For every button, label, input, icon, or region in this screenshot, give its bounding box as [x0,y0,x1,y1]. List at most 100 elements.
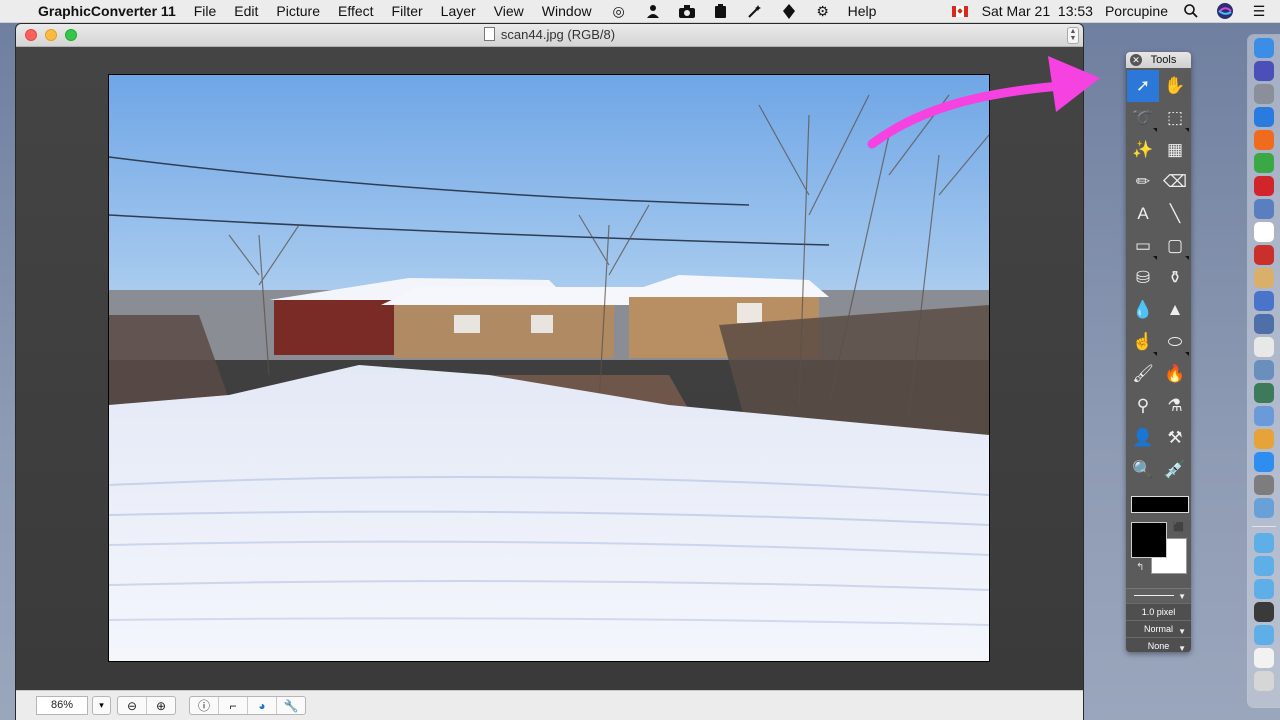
zoom-tool-icon[interactable]: 🔍 [1127,454,1159,486]
siri-icon[interactable] [1216,3,1234,19]
spotlight-search-icon[interactable] [1182,3,1200,19]
acrobat-icon[interactable] [1254,245,1274,265]
tools-palette-titlebar[interactable]: ✕ Tools [1126,52,1191,68]
app-store-icon[interactable] [1254,452,1274,472]
chrome-icon[interactable] [1254,153,1274,173]
foreground-color-swatch[interactable] [1131,522,1167,558]
zoom-level-field[interactable]: 86% [36,696,88,715]
close-window-button[interactable] [25,29,37,41]
system-preferences-icon[interactable] [1254,475,1274,495]
menu-edit[interactable]: Edit [234,3,258,19]
smudge-tool-icon[interactable]: ☝ [1127,326,1159,358]
menu-clock[interactable]: Sat Mar 21 13:53 [982,3,1093,19]
menu-help[interactable]: Help [848,3,877,19]
pen-icon[interactable] [780,3,798,19]
screenshot-icon[interactable] [1254,498,1274,518]
rectangle-fill-tool-icon[interactable]: ▭ [1127,230,1159,262]
sharpen-tool-icon[interactable]: ▲ [1159,294,1191,326]
line-tool-icon[interactable]: ╲ [1159,198,1191,230]
folder-icon[interactable] [1254,556,1274,576]
notes-icon[interactable] [1254,268,1274,288]
target-icon[interactable]: ◎ [610,3,628,19]
siri-icon[interactable] [1254,61,1274,81]
info-icon[interactable]: ⓘ [190,697,219,714]
folder-icon[interactable] [1254,579,1274,599]
finder-icon[interactable] [1254,38,1274,58]
color-replace-tool-icon[interactable]: ⚗ [1159,390,1191,422]
bucket-tool-icon[interactable]: ⛁ [1127,262,1159,294]
image-capture-icon[interactable] [1254,360,1274,380]
clipboard-icon[interactable] [712,3,730,19]
close-palette-icon[interactable]: ✕ [1130,54,1142,66]
zoom-dropdown-button[interactable]: ▾ [92,696,111,715]
folder-icon[interactable] [1254,625,1274,645]
syringe-tool-icon[interactable]: 💉 [1159,454,1191,486]
silhouette-tool-icon[interactable]: 👤 [1127,422,1159,454]
textedit-icon[interactable] [1254,337,1274,357]
wrench-icon[interactable]: 🔧 [277,697,305,714]
line-style-dropdown[interactable]: ▼ [1126,588,1191,603]
hand-tool-icon[interactable]: ✋ [1159,70,1191,102]
menu-app-name[interactable]: GraphicConverter 11 [38,3,176,19]
zoom-window-button[interactable] [65,29,77,41]
color-profile-icon[interactable]: ◕ [248,697,277,714]
folder-icon[interactable] [1254,533,1274,553]
menu-view[interactable]: View [494,3,524,19]
opera-icon[interactable] [1254,176,1274,196]
reset-colors-icon[interactable]: ↰ [1136,562,1144,573]
photo-browser-icon[interactable] [1254,314,1274,334]
safari-icon[interactable] [1254,107,1274,127]
firefox-icon[interactable] [1254,130,1274,150]
airbrush-tool-icon[interactable]: 🔥 [1159,358,1191,390]
calendar-icon[interactable] [1254,222,1274,242]
input-source-flag-icon[interactable] [951,5,968,17]
photos-icon[interactable] [1254,429,1274,449]
stroke-preview-swatch[interactable] [1131,496,1189,513]
rectangle-tool-icon[interactable]: ▢ [1159,230,1191,262]
window-titlebar[interactable]: scan44.jpg (RGB/8) ▲ ▼ [16,24,1083,47]
photo-booth-icon[interactable] [1254,602,1274,622]
menu-effect[interactable]: Effect [338,3,374,19]
zoom-out-icon[interactable]: ⊖ [118,697,147,714]
magic-wand-tool-icon[interactable]: ✨ [1127,134,1159,166]
image-preview[interactable] [108,74,990,662]
clone-tool-icon[interactable]: ⚒ [1159,422,1191,454]
menu-layer[interactable]: Layer [441,3,476,19]
checker-tool-icon[interactable]: ▦ [1159,134,1191,166]
ruler-icon[interactable]: ⌐ [219,697,248,714]
menu-user[interactable]: Porcupine [1105,3,1168,19]
sponge-tool-icon[interactable]: ⬭ [1159,326,1191,358]
menu-filter[interactable]: Filter [392,3,423,19]
camera-icon[interactable] [678,3,696,19]
preview2-icon[interactable] [1254,406,1274,426]
preview-icon[interactable] [1254,199,1274,219]
blur-drop-tool-icon[interactable]: 💧 [1127,294,1159,326]
marquee-tool-icon[interactable]: ⬚ [1159,102,1191,134]
gallery-icon[interactable] [1254,383,1274,403]
fill-mode-dropdown[interactable]: None ▼ [1126,637,1191,652]
eyedropper-tool-icon[interactable]: ⚲ [1127,390,1159,422]
person-icon[interactable] [644,3,662,19]
minimize-window-button[interactable] [45,29,57,41]
title-stepper-icon[interactable]: ▲ ▼ [1067,27,1079,44]
document-icon[interactable] [1254,648,1274,668]
brush-tool-icon[interactable]: 🖌 [1127,358,1159,390]
zoom-in-icon[interactable]: ⊕ [147,697,175,714]
menu-file[interactable]: File [194,3,217,19]
gear-icon[interactable]: ⚙ [814,3,832,19]
stamp-tool-icon[interactable]: ⚱ [1159,262,1191,294]
pencil-tool-icon[interactable]: ✏ [1127,166,1159,198]
text-tool-icon[interactable]: A [1127,198,1159,230]
eraser-tool-icon[interactable]: ⌫ [1159,166,1191,198]
blend-mode-dropdown[interactable]: Normal ▼ [1126,620,1191,637]
launchpad-icon[interactable] [1254,84,1274,104]
trash-icon[interactable] [1254,671,1274,691]
swap-colors-icon[interactable]: ⬛ [1173,522,1184,533]
notification-center-icon[interactable]: ☰ [1250,3,1268,19]
arrow-tool-icon[interactable]: ➚ [1127,70,1159,102]
menu-picture[interactable]: Picture [276,3,320,19]
graphicconverter-icon[interactable] [1254,291,1274,311]
lasso-tool-icon[interactable]: ➰ [1127,102,1159,134]
wand-icon[interactable] [746,3,764,19]
menu-window[interactable]: Window [542,3,592,19]
